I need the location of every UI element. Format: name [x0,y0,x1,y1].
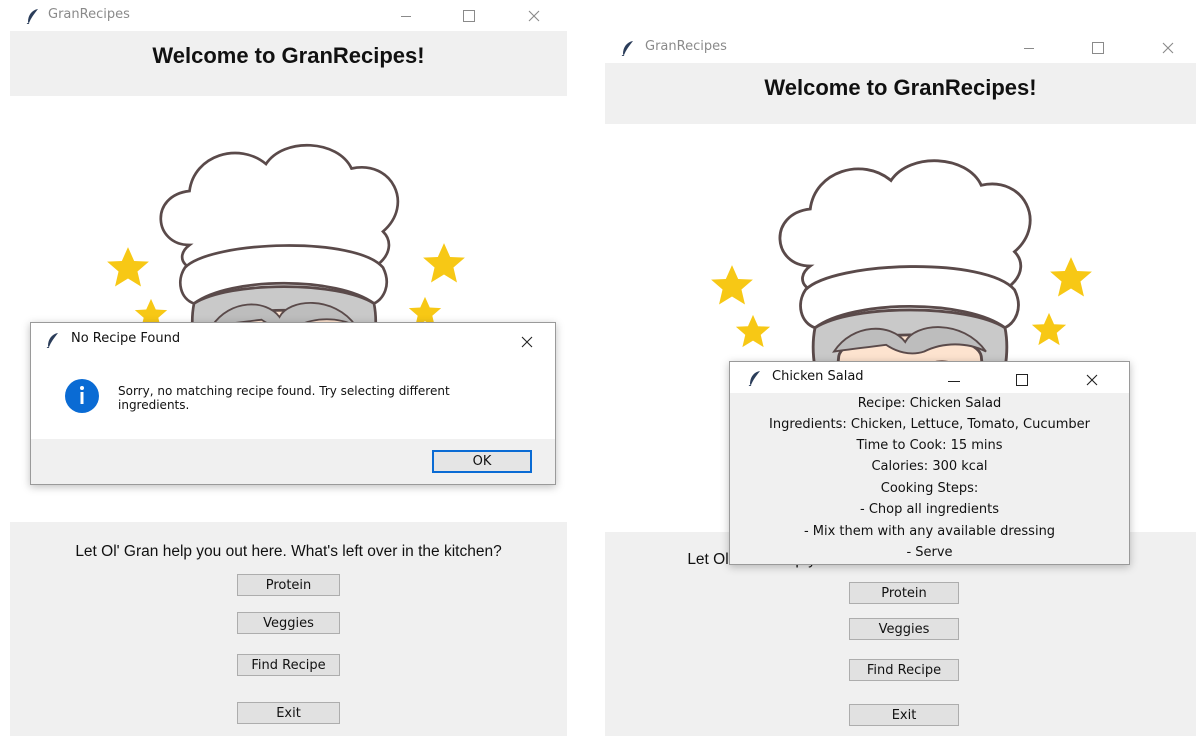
dialog-title: No Recipe Found [71,331,181,346]
close-icon [1162,42,1174,54]
recipe-line: - Serve [906,545,953,560]
star-icon [106,246,150,290]
close-button[interactable] [517,4,551,28]
minimize-icon [401,16,411,17]
maximize-button[interactable] [1081,36,1115,60]
maximize-icon [1092,42,1104,54]
exit-button[interactable]: Exit [237,702,340,724]
popup-title: Chicken Salad [772,369,864,384]
maximize-icon [463,10,475,22]
protein-button[interactable]: Protein [849,582,959,604]
maximize-button[interactable] [452,4,486,28]
left-title-bar: GranRecipes [10,0,567,31]
window-title: GranRecipes [645,39,727,54]
recipe-line: Ingredients: Chicken, Lettuce, Tomato, C… [769,417,1090,432]
popup-close-button[interactable] [1086,371,1098,390]
dialog-message: Sorry, no matching recipe found. Try sel… [118,384,450,412]
protein-button[interactable]: Protein [237,574,340,596]
veggies-button[interactable]: Veggies [237,612,340,634]
find-recipe-button[interactable]: Find Recipe [237,654,340,676]
close-button[interactable] [1151,36,1185,60]
feather-icon [46,332,60,348]
dialog-body: No Recipe Found Sorry, no matching recip… [31,323,555,439]
recipe-line: Time to Cook: 15 mins [856,438,1003,453]
maximize-button[interactable] [1016,371,1028,390]
dialog-close-button[interactable] [521,333,533,352]
info-icon [65,379,99,413]
star-icon [1031,312,1067,348]
close-icon [521,336,533,348]
minimize-button[interactable] [948,372,960,391]
close-icon [1086,374,1098,386]
minimize-button[interactable] [389,4,423,28]
welcome-heading: Welcome to GranRecipes! [764,75,1037,100]
dialog-message-line: Sorry, no matching recipe found. Try sel… [118,384,450,398]
window-title: GranRecipes [48,7,130,22]
exit-button[interactable]: Exit [849,704,959,726]
star-icon [1049,256,1093,300]
dialog-message-line: ingredients. [118,398,190,412]
feather-icon [621,40,635,56]
ok-button[interactable]: OK [432,450,532,473]
prompt-text: Let Ol' Gran help you out here. What's l… [75,543,502,560]
recipe-line: - Mix them with any available dressing [803,524,1056,539]
minimize-icon [948,381,960,382]
star-icon [422,242,466,286]
recipe-line: Cooking Steps: [880,481,979,496]
recipe-line: Recipe: Chicken Salad [857,396,1002,411]
recipe-line: - Chop all ingredients [860,502,999,517]
feather-icon [748,370,762,386]
right-title-bar: GranRecipes [605,32,1196,63]
find-recipe-button[interactable]: Find Recipe [849,659,959,681]
recipe-line: Calories: 300 kcal [871,459,988,474]
minimize-button[interactable] [1012,36,1046,60]
welcome-heading: Welcome to GranRecipes! [152,43,425,68]
veggies-button[interactable]: Veggies [849,618,959,640]
no-recipe-dialog: No Recipe Found Sorry, no matching recip… [30,322,556,485]
popup-title-bar: Chicken Salad [730,362,1129,393]
star-icon [710,264,754,308]
minimize-icon [1024,48,1034,49]
maximize-icon [1016,374,1028,386]
star-icon [735,314,771,350]
close-icon [528,10,540,22]
recipe-popup-window: Chicken Salad Recipe: Chicken Salad Ingr… [729,361,1130,565]
feather-icon [26,8,40,24]
